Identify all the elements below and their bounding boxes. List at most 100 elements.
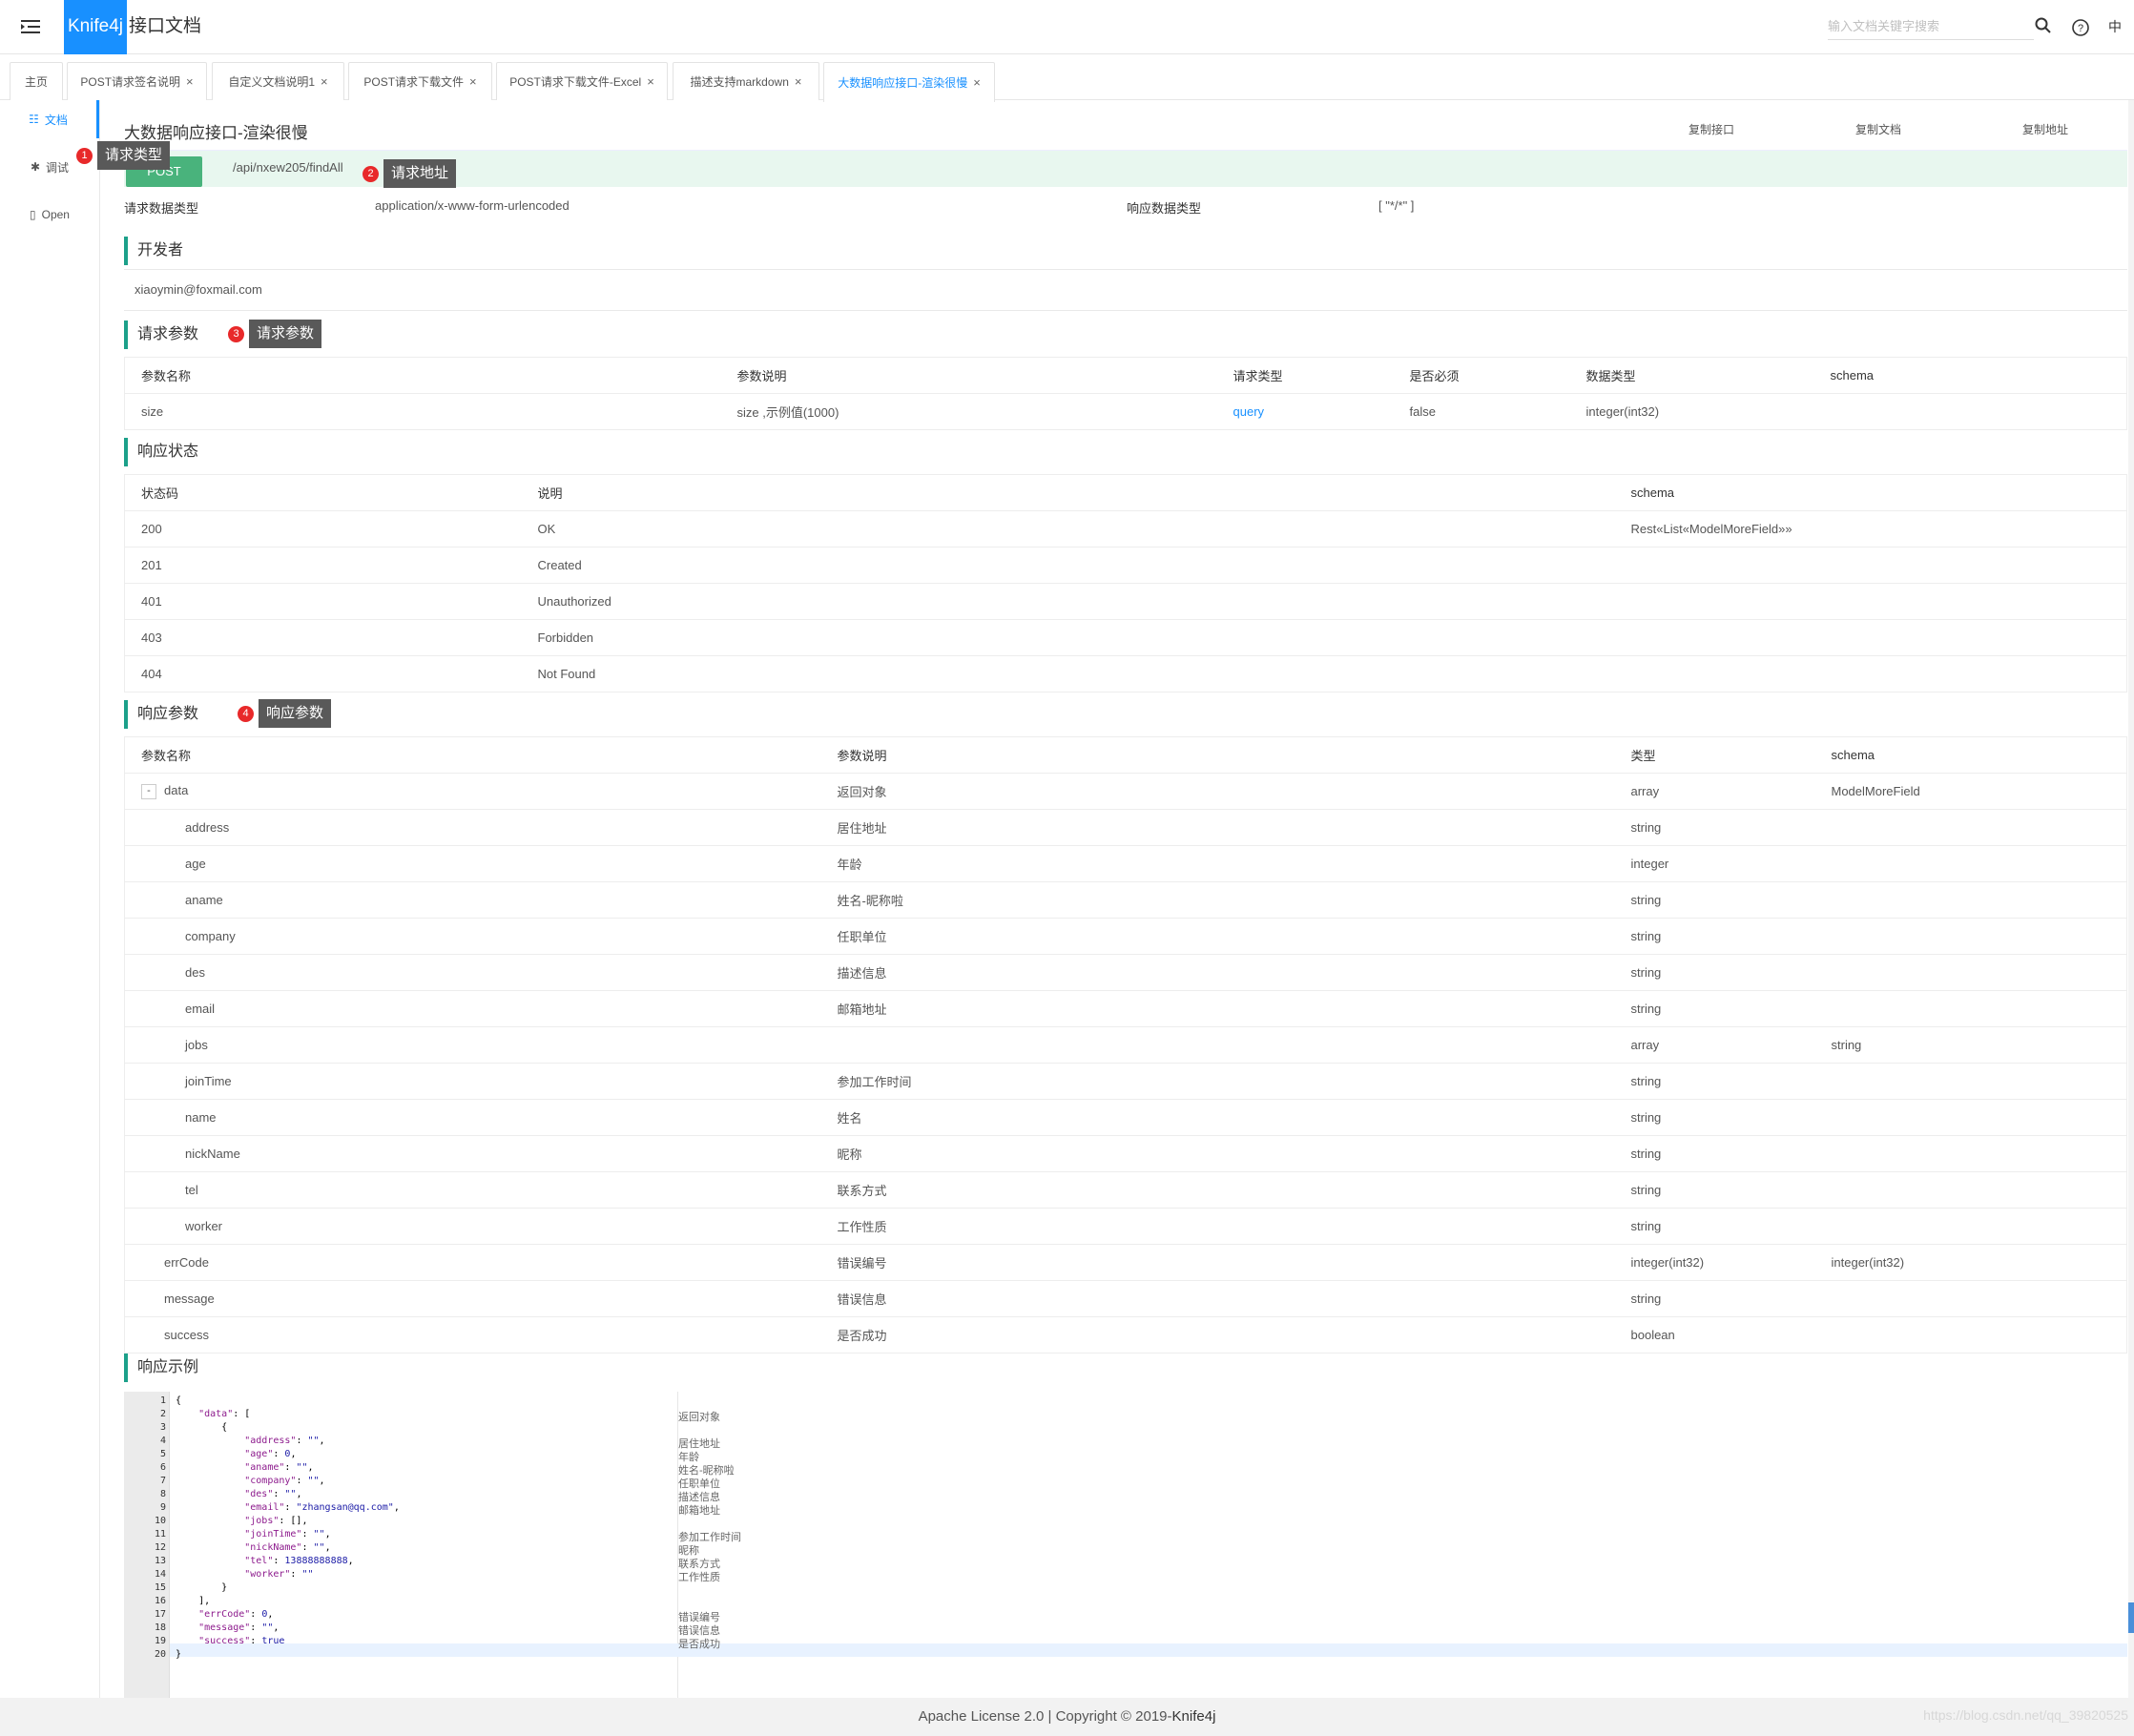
sidebar-item-label: 调试 <box>46 160 70 175</box>
table-row: name 姓名 string <box>124 1099 2127 1136</box>
column-header: schema <box>1614 474 2127 511</box>
table-row: success 是否成功 boolean <box>124 1316 2127 1354</box>
copy-doc-button[interactable]: 复制文档 <box>1855 121 1901 137</box>
doc-icon: ☷ <box>29 113 39 126</box>
table-row: des 描述信息 string <box>124 954 2127 991</box>
search-icon[interactable] <box>2033 15 2054 36</box>
line-number: 6 <box>159 1462 166 1473</box>
page-title: 大数据响应接口-渲染很慢 <box>124 124 308 142</box>
line-number: 7 <box>159 1476 166 1486</box>
tab-post-download[interactable]: POST请求下载文件 × <box>348 62 492 100</box>
section-response-status: 响应状态 <box>124 438 198 466</box>
line-number: 10 <box>154 1516 166 1526</box>
close-icon[interactable]: × <box>321 74 328 89</box>
param-name: success <box>164 1328 209 1342</box>
close-icon[interactable]: × <box>973 75 981 90</box>
cell <box>1814 990 2127 1027</box>
cell: string <box>1614 1063 1815 1100</box>
line-number: 14 <box>154 1569 166 1580</box>
line-number: 4 <box>159 1436 166 1446</box>
cell: 居住地址 <box>820 809 1615 846</box>
param-name-cell: - data <box>124 773 821 810</box>
column-header: schema <box>1814 736 2127 774</box>
cell <box>1614 619 2127 656</box>
code-line: "company": "", <box>244 1476 325 1486</box>
annotation-3: 3 请求参数 <box>228 320 322 348</box>
tab-bar: 主页 POST请求签名说明 × 自定义文档说明1 × POST请求下载文件 × POS… <box>0 54 2134 102</box>
close-icon[interactable]: × <box>647 74 654 89</box>
annotation-label: 请求地址 <box>383 159 457 188</box>
cell: OK <box>521 510 1615 548</box>
cell <box>1814 1208 2127 1245</box>
code-line: "errCode": 0, <box>198 1609 274 1620</box>
tab-home[interactable]: 主页 <box>10 62 63 100</box>
language-switch[interactable]: 中 <box>2104 17 2125 38</box>
param-name: age <box>185 857 206 871</box>
cell: Forbidden <box>521 619 1615 656</box>
sidebar-item-open[interactable]: ▯ Open <box>0 196 99 234</box>
tab-post-download-excel[interactable]: POST请求下载文件-Excel × <box>496 62 668 100</box>
help-icon[interactable]: ? <box>2070 17 2091 38</box>
annotation-number: 1 <box>76 147 93 164</box>
line-number: 17 <box>154 1609 166 1620</box>
param-name-cell: address <box>124 809 821 846</box>
tab-markdown[interactable]: 描述支持markdown × <box>673 62 819 100</box>
collapse-toggle[interactable]: - <box>141 783 156 799</box>
tab-label: 描述支持markdown <box>690 75 789 89</box>
cell: 返回对象 <box>820 773 1615 810</box>
column-header: 请求类型 <box>1216 357 1394 394</box>
column-header: 参数名称 <box>124 357 721 394</box>
menu-fold-icon[interactable] <box>21 17 42 36</box>
cell: 年龄 <box>820 845 1615 882</box>
copy-url-button[interactable]: 复制地址 <box>2022 121 2068 137</box>
close-icon[interactable]: × <box>795 74 802 89</box>
sidebar-item-doc[interactable]: ☷ 文档 <box>0 100 99 138</box>
cell: string <box>1614 990 1815 1027</box>
param-name: jobs <box>185 1038 208 1052</box>
cell: Unauthorized <box>521 583 1615 620</box>
column-header: 参数说明 <box>820 736 1615 774</box>
annotation-1: 1 请求类型 <box>76 141 171 170</box>
tab-label: POST请求下载文件 <box>363 75 465 89</box>
cell: integer(int32) <box>1569 393 1814 430</box>
code-comment: 是否成功 <box>678 1639 720 1650</box>
cell: string <box>1614 1280 1815 1317</box>
close-icon[interactable]: × <box>186 74 194 89</box>
tab-bigdata-active[interactable]: 大数据响应接口-渲染很慢 × <box>823 62 995 102</box>
code-line: { <box>176 1395 182 1406</box>
code-line: ], <box>176 1596 211 1606</box>
table-row: jobs array string <box>124 1026 2127 1064</box>
response-example-editor[interactable]: 1{2 "data": [返回对象 3 {4 "address": "", 居住地址… <box>124 1392 2127 1702</box>
scrollbar-thumb[interactable] <box>2128 1602 2134 1633</box>
table-row: 403 Forbidden <box>124 619 2127 656</box>
tab-label: POST请求签名说明 <box>80 75 181 89</box>
line-number: 5 <box>159 1449 166 1459</box>
param-name-cell: name <box>124 1099 821 1136</box>
line-number: 1 <box>159 1395 166 1406</box>
annotation-number: 3 <box>228 325 244 342</box>
line-number: 18 <box>154 1622 166 1633</box>
cell: 联系方式 <box>820 1171 1615 1209</box>
cell <box>820 1026 1615 1064</box>
close-icon[interactable]: × <box>469 74 477 89</box>
cell: string <box>1614 918 1815 955</box>
cell: 姓名 <box>820 1099 1615 1136</box>
table-row: company 任职单位 string <box>124 918 2127 955</box>
code-line: "tel": 13888888888, <box>244 1556 354 1566</box>
section-request-params: 请求参数 <box>124 320 198 349</box>
cell: 邮箱地址 <box>820 990 1615 1027</box>
line-number: 20 <box>154 1649 166 1660</box>
table-row: age 年龄 integer <box>124 845 2127 882</box>
scrollbar-track[interactable] <box>2128 100 2134 1698</box>
cell <box>1814 1063 2127 1100</box>
cell: ModelMoreField <box>1814 773 2127 810</box>
tab-custom-doc[interactable]: 自定义文档说明1 × <box>212 62 344 100</box>
column-header: 数据类型 <box>1569 357 1814 394</box>
line-number: 3 <box>159 1422 166 1433</box>
copy-api-button[interactable]: 复制接口 <box>1689 121 1734 137</box>
search-input[interactable] <box>1828 13 2034 40</box>
tab-post-sign[interactable]: POST请求签名说明 × <box>67 62 207 100</box>
param-name: name <box>185 1110 217 1125</box>
param-name-cell: worker <box>124 1208 821 1245</box>
column-header: 类型 <box>1614 736 1815 774</box>
